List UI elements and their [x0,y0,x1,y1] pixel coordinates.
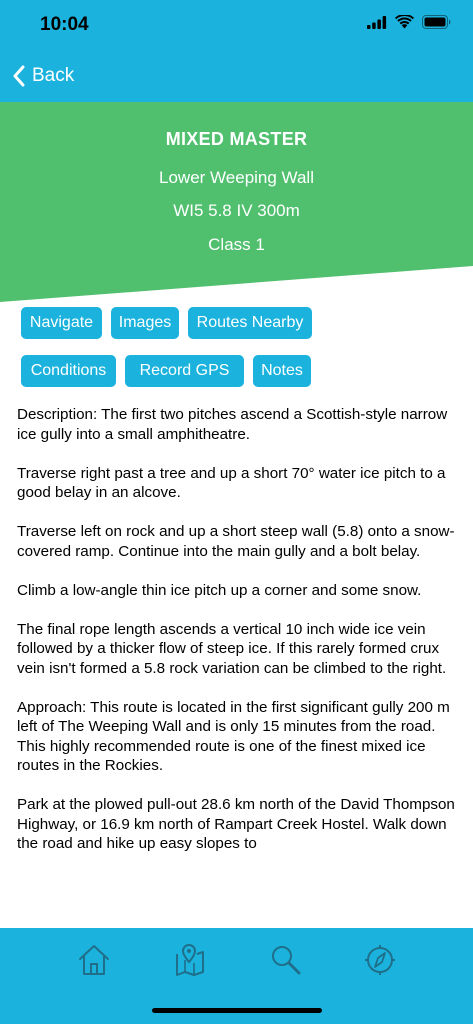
back-button[interactable]: Back [12,60,74,92]
route-class: Class 1 [208,235,265,254]
description-paragraph: Traverse left on rock and up a short ste… [17,523,455,560]
route-hero: MIXED MASTER Lower Weeping Wall WI5 5.8 … [0,102,473,307]
description-paragraph: Description: The first two pitches ascen… [17,406,448,443]
description-paragraph: Approach: This route is located in the f… [17,698,450,775]
home-indicator [152,1008,322,1013]
description-paragraph: Park at the plowed pull-out 28.6 km nort… [17,796,455,852]
signal-icon [367,15,387,29]
route-area: Lower Weeping Wall [159,168,314,187]
status-icons [367,15,451,29]
battery-icon [422,15,451,29]
route-name: MIXED MASTER [165,129,308,149]
route-grade: WI5 5.8 IV 300m [173,201,300,220]
description-paragraph: Traverse right past a tree and up a shor… [17,464,446,502]
notes-button[interactable]: Notes [253,355,311,387]
description-paragraph: Climb a low-angle thin ice pitch up a co… [17,581,422,599]
back-label: Back [32,65,75,86]
conditions-button[interactable]: Conditions [21,355,116,387]
map-icon[interactable] [172,942,208,978]
compass-icon[interactable] [362,942,398,978]
home-icon[interactable] [76,942,112,978]
status-bar: 10:04 [0,0,473,52]
navigate-button[interactable]: Navigate [21,307,102,339]
chevron-left-icon [13,65,25,87]
search-icon[interactable] [268,942,304,978]
route-description[interactable]: Description: The first two pitches ascen… [17,405,457,927]
description-paragraph: The final rope length ascends a vertical… [17,620,447,677]
header-bar: 10:04 Back [0,0,473,102]
status-time: 10:04 [40,14,89,35]
action-row-1: Navigate Images Routes Nearby [21,307,312,339]
action-row-2: Conditions Record GPS Notes [21,355,311,387]
images-button[interactable]: Images [111,307,179,339]
wifi-icon [395,15,414,29]
record-gps-button[interactable]: Record GPS [125,355,244,387]
routes-nearby-button[interactable]: Routes Nearby [188,307,312,339]
